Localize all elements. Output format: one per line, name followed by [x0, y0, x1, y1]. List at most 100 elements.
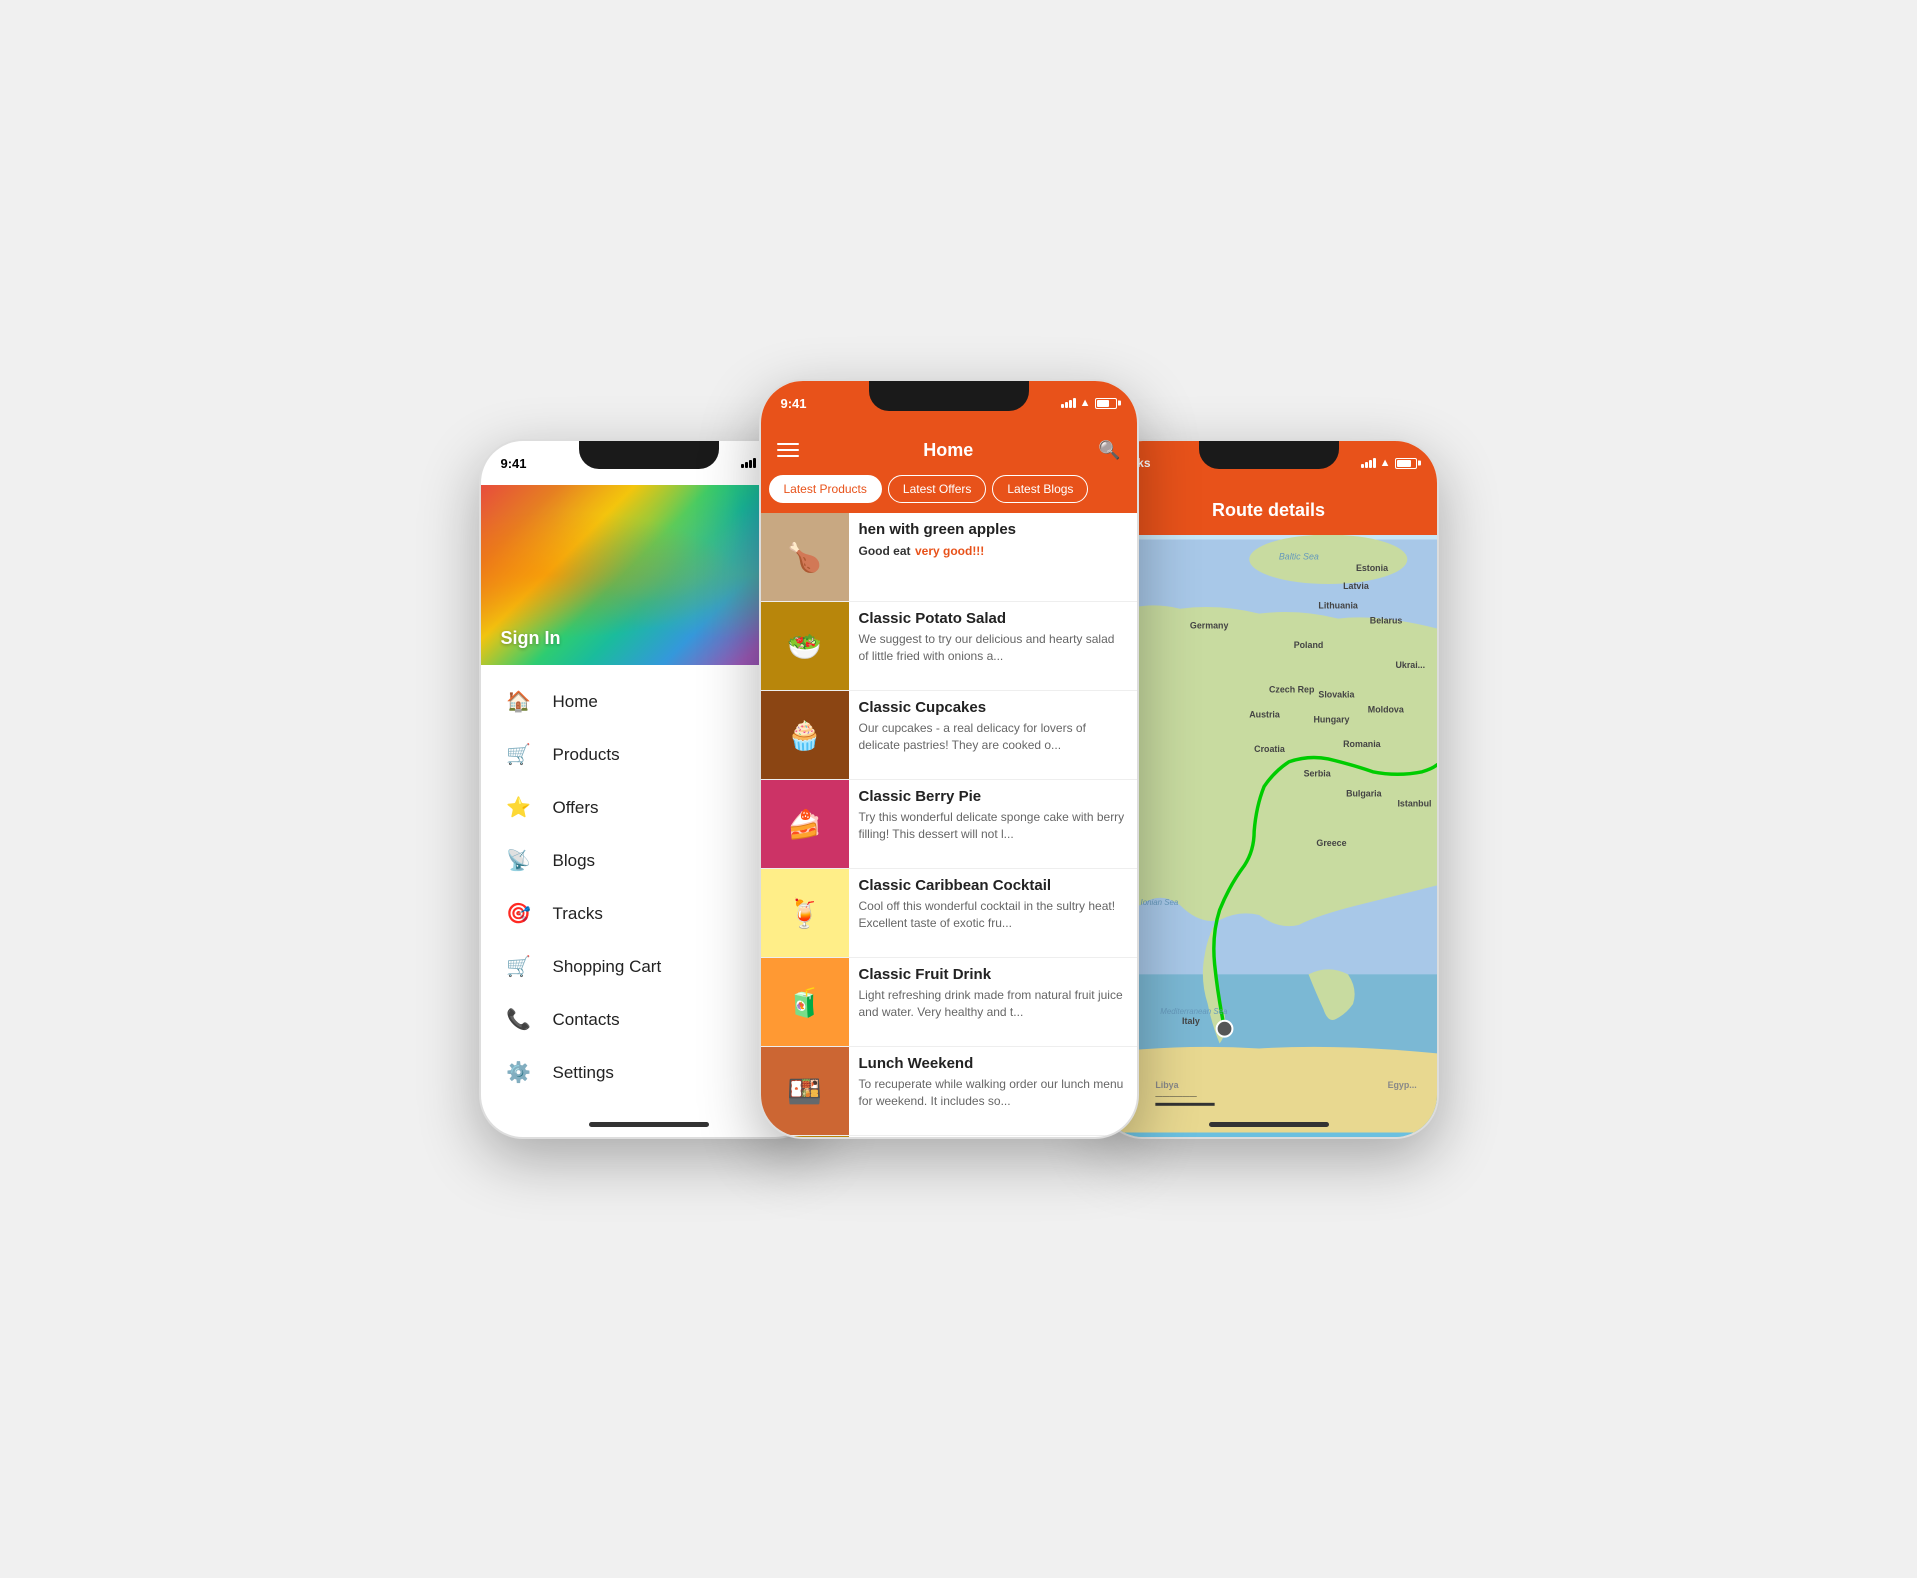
nav-label-settings: Settings [553, 1063, 614, 1083]
right-phone: ‹ cks ▲ Route details [1099, 439, 1439, 1139]
svg-text:Ionian Sea: Ionian Sea [1140, 898, 1178, 907]
product-tag-colored-1: very good!!! [915, 544, 984, 558]
product-thumb-2: 🥗 [761, 602, 849, 690]
svg-text:Bulgaria: Bulgaria [1346, 788, 1382, 798]
notch-right [1199, 441, 1339, 469]
product-desc-5: Cool off this wonderful cocktail in the … [859, 898, 1127, 932]
svg-text:Istanbul: Istanbul [1397, 798, 1431, 808]
signal-icon-center [1061, 398, 1076, 408]
app-header-center: Home 🔍 [761, 425, 1137, 475]
list-item[interactable]: 🍱 Lunch Weekend To recuperate while walk… [761, 1047, 1137, 1136]
home-bar-right [1209, 1122, 1329, 1127]
signal-icon-right [1361, 458, 1376, 468]
home-icon: 🏠 [505, 689, 533, 714]
svg-text:Baltic Sea: Baltic Sea [1278, 551, 1318, 561]
svg-text:Lithuania: Lithuania [1318, 601, 1358, 611]
product-desc-7: To recuperate while walking order our lu… [859, 1076, 1127, 1110]
product-name-2: Classic Potato Salad [859, 610, 1127, 627]
scene: 9:41 ▲ Sign In 🏠 H [479, 379, 1439, 1199]
nav-label-offers: Offers [553, 798, 599, 818]
blogs-icon: 📡 [505, 848, 533, 873]
tracks-icon: 🎯 [505, 901, 533, 926]
product-name-6: Classic Fruit Drink [859, 966, 1127, 983]
product-desc-2: We suggest to try our delicious and hear… [859, 631, 1127, 665]
tab-latest-blogs[interactable]: Latest Blogs [992, 475, 1088, 503]
route-title: Route details [1212, 500, 1325, 521]
svg-text:Hungary: Hungary [1313, 714, 1349, 724]
product-tag-bold-1: Good eat [859, 544, 911, 558]
product-thumb-1: 🍗 [761, 513, 849, 601]
svg-text:Mediterranean Sea: Mediterranean Sea [1160, 1007, 1228, 1016]
svg-text:Moldova: Moldova [1367, 704, 1403, 714]
map-svg: Estonia Latvia Lithuania Belarus Poland … [1101, 535, 1437, 1137]
product-list: 🍗 hen with green apples Good eat very go… [761, 513, 1137, 1139]
nav-label-products: Products [553, 745, 620, 765]
product-desc-4: Try this wonderful delicate sponge cake … [859, 809, 1127, 843]
cart-icon: 🛒 [505, 954, 533, 979]
product-thumb-6: 🧃 [761, 958, 849, 1046]
list-item[interactable]: 🍰 Classic Berry Pie Try this wonderful d… [761, 780, 1137, 869]
time-center: 9:41 [781, 396, 807, 411]
battery-icon-right [1395, 458, 1417, 469]
search-icon-center[interactable]: 🔍 [1098, 440, 1120, 461]
nav-label-home: Home [553, 692, 598, 712]
app-header-right: Route details [1101, 485, 1437, 535]
sign-in-text[interactable]: Sign In [501, 628, 561, 649]
svg-text:Belarus: Belarus [1369, 616, 1402, 626]
product-name-7: Lunch Weekend [859, 1055, 1127, 1072]
nav-label-contacts: Contacts [553, 1010, 620, 1030]
list-item[interactable]: 🧃 Classic Fruit Drink Light refreshing d… [761, 958, 1137, 1047]
list-item[interactable]: 🍹 Classic Caribbean Cocktail Cool off th… [761, 869, 1137, 958]
product-name-1: hen with green apples [859, 521, 1127, 538]
product-thumb-3: 🧁 [761, 691, 849, 779]
hamburger-menu[interactable] [777, 443, 799, 457]
svg-text:Romania: Romania [1343, 739, 1381, 749]
battery-icon-center [1095, 398, 1117, 409]
offers-icon: ⭐ [505, 795, 533, 820]
tab-latest-products[interactable]: Latest Products [769, 475, 882, 503]
svg-text:Serbia: Serbia [1303, 769, 1330, 779]
product-name-5: Classic Caribbean Cocktail [859, 877, 1127, 894]
settings-icon: ⚙️ [505, 1060, 533, 1085]
nav-label-tracks: Tracks [553, 904, 603, 924]
svg-text:Slovakia: Slovakia [1318, 690, 1354, 700]
list-item[interactable]: 🥗 Classic Potato Salad We suggest to try… [761, 1136, 1137, 1139]
map-container[interactable]: Estonia Latvia Lithuania Belarus Poland … [1101, 535, 1437, 1137]
product-name-4: Classic Berry Pie [859, 788, 1127, 805]
time-left: 9:41 [501, 456, 527, 471]
svg-text:Ukrai...: Ukrai... [1395, 660, 1425, 670]
svg-text:Libya: Libya [1155, 1080, 1178, 1090]
home-bar-left [589, 1122, 709, 1127]
svg-text:Greece: Greece [1316, 838, 1346, 848]
center-phone: 9:41 ▲ Home 🔍 [759, 379, 1139, 1139]
svg-text:Poland: Poland [1293, 640, 1323, 650]
tab-latest-offers[interactable]: Latest Offers [888, 475, 986, 503]
svg-text:Croatia: Croatia [1254, 744, 1285, 754]
product-thumb-7: 🍱 [761, 1047, 849, 1135]
svg-text:Latvia: Latvia [1343, 581, 1369, 591]
svg-text:Egyp...: Egyp... [1387, 1080, 1416, 1090]
svg-text:Austria: Austria [1249, 709, 1280, 719]
tabs-row: Latest Products Latest Offers Latest Blo… [761, 475, 1137, 513]
header-title-center: Home [923, 440, 973, 461]
svg-text:Italy: Italy [1182, 1016, 1200, 1026]
list-item[interactable]: 🧁 Classic Cupcakes Our cupcakes - a real… [761, 691, 1137, 780]
wifi-icon-center: ▲ [1080, 397, 1091, 409]
notch-left [579, 441, 719, 469]
svg-text:Czech Rep: Czech Rep [1269, 685, 1315, 695]
notch-center [869, 381, 1029, 411]
svg-text:Estonia: Estonia [1355, 563, 1387, 573]
product-desc-3: Our cupcakes - a real delicacy for lover… [859, 720, 1127, 754]
list-item[interactable]: 🥗 Classic Potato Salad We suggest to try… [761, 602, 1137, 691]
products-icon: 🛒 [505, 742, 533, 767]
product-desc-6: Light refreshing drink made from natural… [859, 987, 1127, 1021]
svg-text:——————: —————— [1155, 1093, 1197, 1100]
svg-text:Germany: Germany [1189, 620, 1228, 630]
nav-label-blogs: Blogs [553, 851, 596, 871]
wifi-icon-right: ▲ [1380, 457, 1391, 469]
status-icons-right: ▲ [1361, 457, 1417, 469]
product-name-3: Classic Cupcakes [859, 699, 1127, 716]
status-icons-center: ▲ [1061, 397, 1117, 409]
nav-label-cart: Shopping Cart [553, 957, 662, 977]
list-item[interactable]: 🍗 hen with green apples Good eat very go… [761, 513, 1137, 602]
